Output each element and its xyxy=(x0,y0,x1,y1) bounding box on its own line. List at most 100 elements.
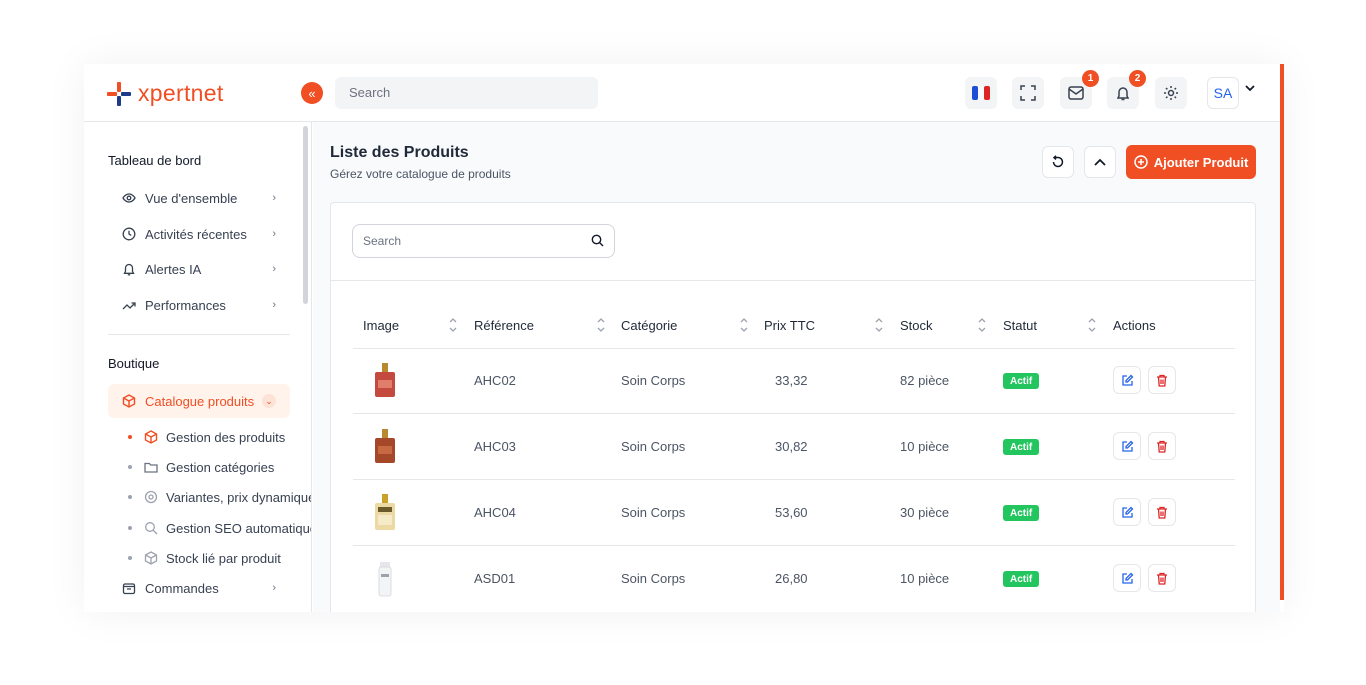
trash-icon xyxy=(1157,440,1167,453)
bell-icon xyxy=(122,262,136,276)
language-button[interactable] xyxy=(965,77,997,109)
accent-bar xyxy=(1280,64,1284,600)
status-badge: Actif xyxy=(1003,571,1040,587)
logo[interactable]: xpertnet xyxy=(106,80,224,107)
gear-icon xyxy=(144,490,158,504)
table-header: Image Référence Catégorie Prix TTC Stock… xyxy=(353,309,1235,349)
products-card: Search Image Référence Catégorie Prix TT… xyxy=(330,202,1256,612)
table-search-placeholder: Search xyxy=(363,234,402,248)
delete-button[interactable] xyxy=(1148,366,1176,394)
chevron-down-icon: ⌄ xyxy=(262,394,276,408)
trash-icon xyxy=(1157,572,1167,585)
column-header-reference[interactable]: Référence xyxy=(474,318,534,333)
sidebar-item-label: Vue d'ensemble xyxy=(145,190,238,206)
top-bar: xpertnet « Search 1 2 SA xyxy=(84,64,1280,122)
chevron-up-icon xyxy=(1094,158,1106,166)
sidebar-subitem-label: Gestion SEO automatique xyxy=(166,520,312,536)
refresh-button[interactable] xyxy=(1042,146,1074,178)
sidebar-divider xyxy=(108,334,290,335)
collapse-up-button[interactable] xyxy=(1084,146,1116,178)
notifications-button[interactable]: 2 xyxy=(1107,70,1146,109)
sidebar-section-title: Boutique xyxy=(108,356,160,371)
sidebar-item-label: Commandes xyxy=(145,580,219,596)
bullet-dot xyxy=(128,465,132,469)
sidebar-scrollbar[interactable] xyxy=(303,126,308,304)
box-icon xyxy=(144,430,158,444)
refresh-icon xyxy=(1052,155,1064,168)
column-header-price[interactable]: Prix TTC xyxy=(764,318,815,333)
edit-button[interactable] xyxy=(1113,498,1141,526)
sidebar: Tableau de bord Vue d'ensemble › Activit… xyxy=(84,122,312,612)
sidebar-item-overview[interactable]: Vue d'ensemble › xyxy=(108,182,290,214)
chevron-right-icon: › xyxy=(272,299,276,311)
sidebar-subitem-seo[interactable]: Gestion SEO automatique xyxy=(128,517,312,539)
gear-icon xyxy=(1164,86,1178,100)
card-divider xyxy=(331,280,1255,281)
fullscreen-button[interactable] xyxy=(1012,77,1044,109)
clock-icon xyxy=(122,227,136,241)
delete-button[interactable] xyxy=(1148,564,1176,592)
sidebar-collapse-button[interactable]: « xyxy=(301,82,323,104)
column-header-status[interactable]: Statut xyxy=(1003,318,1037,333)
add-product-button[interactable]: Ajouter Produit xyxy=(1126,145,1256,179)
table-row: AHC02 Soin Corps 33,32 82 pièce Actif xyxy=(353,348,1235,414)
column-header-stock[interactable]: Stock xyxy=(900,318,933,333)
delete-button[interactable] xyxy=(1148,498,1176,526)
eye-icon xyxy=(122,191,136,205)
sidebar-item-catalog[interactable]: Catalogue produits ⌄ xyxy=(108,384,290,418)
sidebar-item-orders[interactable]: Commandes › xyxy=(108,572,290,604)
sort-icon[interactable] xyxy=(874,316,884,334)
sort-icon[interactable] xyxy=(739,316,749,334)
cell-price: 53,60 xyxy=(775,505,808,520)
sidebar-item-recent-activity[interactable]: Activités récentes › xyxy=(108,218,290,250)
table-search-input[interactable]: Search xyxy=(352,224,615,258)
trash-icon xyxy=(1157,506,1167,519)
active-dot xyxy=(128,435,132,439)
mail-button[interactable]: 1 xyxy=(1060,70,1099,109)
bell-icon xyxy=(1116,87,1130,101)
sidebar-subitem-categories[interactable]: Gestion catégories xyxy=(128,456,274,478)
cell-reference: ASD01 xyxy=(474,571,516,586)
edit-button[interactable] xyxy=(1113,432,1141,460)
edit-icon xyxy=(1121,374,1133,386)
trend-up-icon xyxy=(122,298,136,312)
add-product-label: Ajouter Produit xyxy=(1153,154,1249,170)
sidebar-item-performance[interactable]: Performances › xyxy=(108,289,290,321)
sort-icon[interactable] xyxy=(596,316,606,334)
sort-icon[interactable] xyxy=(1087,316,1097,334)
cell-reference: AHC02 xyxy=(474,373,516,388)
fullscreen-icon xyxy=(1020,85,1036,101)
brand-name: xpertnet xyxy=(138,80,224,106)
sidebar-subitem-variants[interactable]: Variantes, prix dynamiques xyxy=(128,486,311,508)
sidebar-item-ai-alerts[interactable]: Alertes IA › xyxy=(108,253,290,285)
sort-icon[interactable] xyxy=(977,316,987,334)
cell-category: Soin Corps xyxy=(621,373,686,388)
edit-button[interactable] xyxy=(1113,366,1141,394)
chevron-down-icon[interactable] xyxy=(1245,81,1255,95)
user-avatar[interactable]: SA xyxy=(1207,77,1239,109)
status-badge: Actif xyxy=(1003,373,1040,389)
edit-icon xyxy=(1121,440,1133,452)
mail-icon xyxy=(1068,86,1084,100)
column-header-image[interactable]: Image xyxy=(363,318,399,333)
sidebar-subitem-products[interactable]: Gestion des produits xyxy=(128,426,285,448)
package-icon xyxy=(144,551,158,565)
sidebar-item-label: Alertes IA xyxy=(145,261,202,277)
cell-category: Soin Corps xyxy=(621,571,686,586)
sort-icon[interactable] xyxy=(448,316,458,334)
delete-button[interactable] xyxy=(1148,432,1176,460)
cell-category: Soin Corps xyxy=(621,439,686,454)
sidebar-item-label: Catalogue produits xyxy=(145,393,255,409)
cell-price: 30,82 xyxy=(775,439,808,454)
plus-circle-icon xyxy=(1133,155,1148,169)
top-search-input[interactable]: Search xyxy=(335,77,598,109)
sidebar-subitem-stock[interactable]: Stock lié par produit xyxy=(128,547,281,569)
column-header-category[interactable]: Catégorie xyxy=(621,318,677,333)
edit-icon xyxy=(1121,572,1133,584)
folder-icon xyxy=(144,460,158,474)
search-icon[interactable] xyxy=(591,234,604,250)
settings-button[interactable] xyxy=(1155,77,1187,109)
sidebar-item-label: Activités récentes xyxy=(145,226,247,242)
search-icon xyxy=(144,521,158,535)
edit-button[interactable] xyxy=(1113,564,1141,592)
